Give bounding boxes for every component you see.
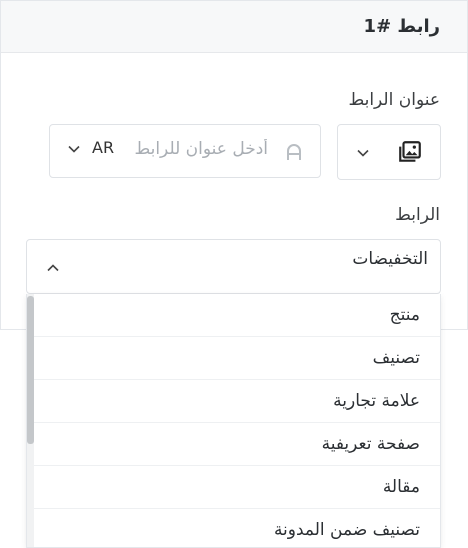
dropdown-option-brand[interactable]: علامة تجارية [34, 380, 440, 423]
image-icon [399, 141, 421, 162]
dropdown-scroll-thumb[interactable] [27, 296, 34, 444]
chevron-up-icon [47, 264, 59, 272]
dropdown-scrollbar[interactable] [27, 294, 34, 547]
link-title-label: عنوان الرابط [348, 90, 440, 110]
panel-title: رابط #1 [1, 1, 467, 53]
link-title-placeholder: أدخل عنوان للرابط [134, 139, 268, 159]
link-label: الرابط [395, 205, 440, 225]
dropdown-option-article[interactable]: مقالة [34, 466, 440, 509]
dropdown-option-product[interactable]: منتج [34, 294, 440, 337]
font-a-icon [287, 144, 301, 160]
link-select-value: التخفيضات [352, 249, 428, 269]
chevron-down-icon[interactable] [68, 145, 80, 153]
dropdown-option-landing-page[interactable]: صفحة تعريفية [34, 423, 440, 466]
dropdown-option-blog-category[interactable]: تصنيف ضمن المدونة [34, 509, 440, 547]
link-dropdown-list: منتج تصنيف علامة تجارية صفحة تعريفية مقا… [26, 294, 441, 548]
link-select[interactable]: التخفيضات [26, 239, 441, 294]
dropdown-option-category[interactable]: تصنيف [34, 337, 440, 380]
language-selector[interactable]: AR [92, 138, 114, 157]
link-title-input[interactable]: أدخل عنوان للرابط AR [49, 124, 321, 178]
image-picker-button[interactable] [337, 124, 441, 180]
chevron-down-icon [357, 149, 369, 157]
